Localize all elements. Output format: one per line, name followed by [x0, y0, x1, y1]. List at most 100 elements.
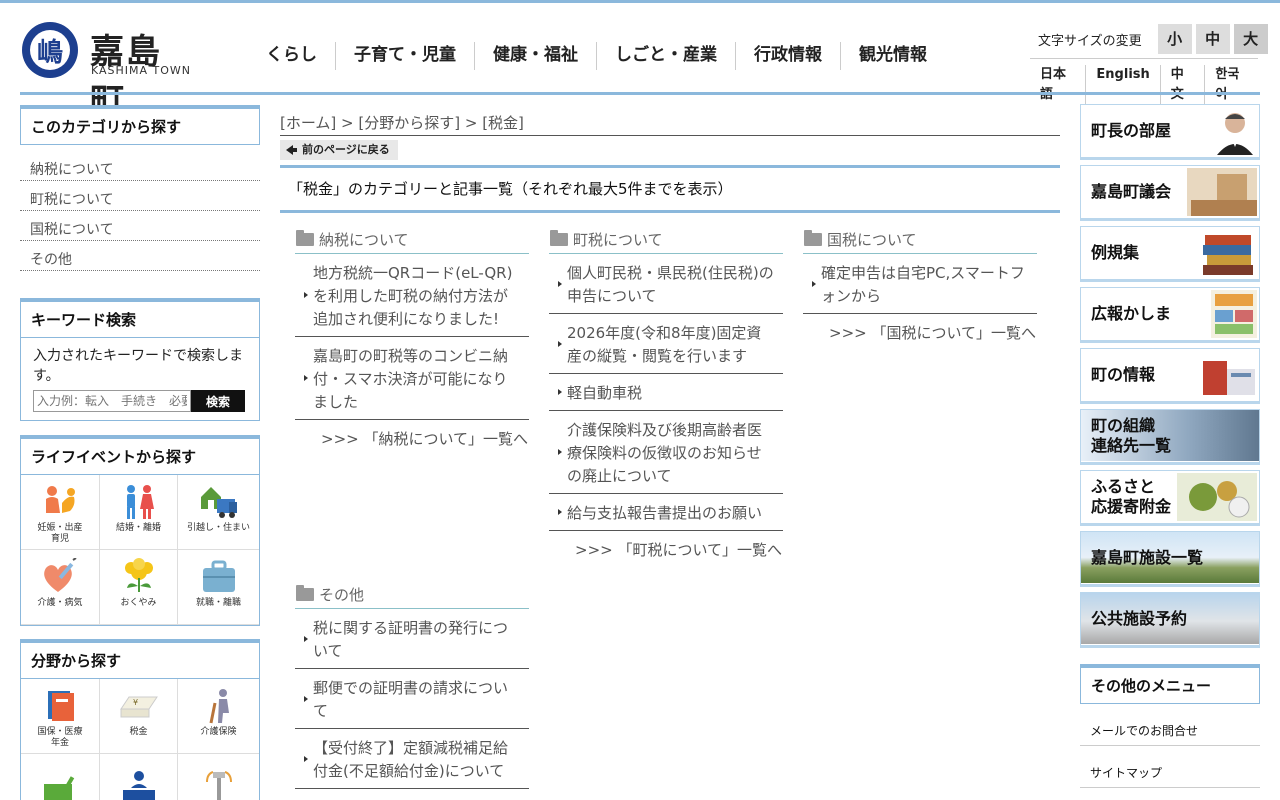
life-event-condolence[interactable]: おくやみ	[100, 550, 178, 625]
font-size-medium-button[interactable]: 中	[1195, 24, 1230, 54]
page-title: 「税金」のカテゴリーと記事一覧（それぞれ最大5件までを表示）	[280, 165, 1060, 213]
category-box: このカテゴリから探す 納税について 町税について 国税について その他	[20, 105, 260, 271]
article-link[interactable]: 介護保険料及び後期高齢者医療保険料の仮徴収のお知らせの廃止について	[549, 411, 783, 494]
other-menu-sitemap[interactable]: サイトマップ	[1080, 746, 1260, 788]
insurance-book-icon	[48, 691, 74, 721]
nav-kosodate[interactable]: 子育て・児童	[335, 42, 474, 70]
town-building-icon	[1197, 351, 1257, 399]
field-disaster[interactable]	[178, 754, 259, 800]
nav-kanko[interactable]: 観光情報	[840, 42, 945, 70]
breadcrumb: [ホーム] > [分野から探す] > [税金]	[280, 112, 1060, 136]
banner-furusato[interactable]: ふるさと 応援寄附金	[1080, 470, 1260, 526]
town-emblem-icon: 嶋	[22, 22, 78, 78]
field-box: 分野から探す 国保・医療 年金 ¥ 税金 介護保険	[20, 639, 260, 800]
other-menu: その他のメニュー メールでのお問合せ サイトマップ	[1080, 664, 1260, 788]
article-link[interactable]: 確定申告は自宅PC,スマートフォンから	[803, 254, 1037, 314]
article-link[interactable]: 地方税統一QRコード(eL-QR)を利用した町税の納付方法が追加され便利になりま…	[295, 254, 529, 337]
breadcrumb-current: [税金]	[482, 114, 524, 132]
article-link[interactable]: 個人町民税・県民税(住民税)の申告について	[549, 254, 783, 314]
other-menu-title: その他のメニュー	[1080, 664, 1260, 704]
top-accent-line	[0, 0, 1280, 3]
field-box-title: 分野から探す	[20, 639, 260, 679]
field-education[interactable]	[21, 754, 100, 800]
council-hall-icon	[1187, 168, 1257, 216]
category-nozei[interactable]: 納税について	[20, 151, 260, 181]
category-chozei[interactable]: 町税について	[20, 181, 260, 211]
column-chozei: 町税について 個人町民税・県民税(住民税)の申告について 2026年度(令和8年…	[549, 228, 783, 560]
breadcrumb-home[interactable]: [ホーム]	[280, 114, 336, 132]
more-link-nozei[interactable]: >>> 「納税について」一覧へ	[295, 420, 529, 449]
keyword-search-input[interactable]	[33, 390, 191, 412]
life-event-moving[interactable]: 引越し・住まい	[178, 475, 259, 550]
field-tax[interactable]: ¥ 税金	[100, 679, 178, 754]
column-kokuzei: 国税について 確定申告は自宅PC,スマートフォンから >>> 「国税について」一…	[803, 228, 1037, 343]
counter-person-icon	[122, 771, 155, 800]
nav-kenko[interactable]: 健康・福祉	[474, 42, 596, 70]
article-link[interactable]: 所得証明書・所得課税証明書	[295, 789, 529, 800]
lang-chinese[interactable]: 中文	[1159, 65, 1205, 105]
keyword-search-box: キーワード検索 入力されたキーワードで検索します。 検索	[20, 298, 260, 421]
banner-kouhou[interactable]: 広報かしま	[1080, 287, 1260, 343]
font-size-large-button[interactable]: 大	[1233, 24, 1268, 54]
couple-icon	[126, 485, 154, 519]
banner-facility-reservation[interactable]: 公共施設予約	[1080, 592, 1260, 648]
life-event-pregnancy[interactable]: 妊娠・出産 育児	[21, 475, 100, 550]
column-heading: 町税について	[549, 228, 783, 254]
article-link[interactable]: 軽自動車税	[549, 374, 783, 411]
article-link[interactable]: 給与支払報告書提出のお願い	[549, 494, 783, 531]
pregnancy-icon	[46, 486, 75, 513]
life-event-marriage[interactable]: 結婚・離婚	[100, 475, 178, 550]
nav-kurashi[interactable]: くらし	[248, 42, 335, 70]
article-link[interactable]: 税に関する証明書の発行について	[295, 609, 529, 669]
banner-mayor[interactable]: 町長の部屋	[1080, 104, 1260, 160]
folder-icon	[550, 230, 568, 246]
banner-organization[interactable]: 町の組織 連絡先一覧	[1080, 409, 1260, 465]
banner-regulations[interactable]: 例規集	[1080, 226, 1260, 282]
logo-subtitle: KASHIMA TOWN	[91, 64, 192, 77]
more-link-kokuzei[interactable]: >>> 「国税について」一覧へ	[803, 314, 1037, 343]
banner-council[interactable]: 嘉島町議会	[1080, 165, 1260, 221]
font-size-small-button[interactable]: 小	[1157, 24, 1192, 54]
column-heading: その他	[295, 583, 529, 609]
column-heading: 納税について	[295, 228, 529, 254]
article-link[interactable]: 2026年度(令和8年度)固定資産の縦覧・閲覧を行います	[549, 314, 783, 374]
article-link[interactable]: 嘉島町の町税等のコンビニ納付・スマホ決済が可能になりました	[295, 337, 529, 420]
keyword-search-description: 入力されたキーワードで検索します。	[20, 338, 260, 390]
nav-shigoto[interactable]: しごと・産業	[596, 42, 735, 70]
lang-japanese[interactable]: 日本語	[1030, 65, 1085, 105]
category-sonota[interactable]: その他	[20, 241, 260, 271]
site-logo[interactable]: 嶋 嘉島町 KASHIMA TOWN	[22, 22, 192, 121]
briefcase-icon	[202, 560, 235, 592]
field-care-insurance[interactable]: 介護保険	[178, 679, 259, 754]
field-insurance[interactable]: 国保・医療 年金	[21, 679, 100, 754]
category-box-title: このカテゴリから探す	[20, 105, 260, 145]
lang-korean[interactable]: 한국어	[1204, 65, 1258, 105]
lang-english[interactable]: English	[1085, 65, 1159, 105]
banner-facilities[interactable]: 嘉島町施設一覧	[1080, 531, 1260, 587]
newsletter-icon	[1211, 290, 1257, 338]
furusato-produce-icon	[1177, 473, 1257, 521]
book-pencil-icon	[44, 776, 75, 800]
heart-syringe-icon	[44, 558, 77, 592]
life-event-care[interactable]: 介護・病気	[21, 550, 100, 625]
keyword-search-button[interactable]: 検索	[191, 390, 245, 412]
article-link[interactable]: 【受付終了】定額減税補足給付金(不足額給付金)について	[295, 729, 529, 789]
books-icon	[1197, 229, 1257, 277]
column-heading: 国税について	[803, 228, 1037, 254]
field-procedures[interactable]	[100, 754, 178, 800]
back-button[interactable]: 前のページに戻る	[280, 140, 398, 160]
breadcrumb-field[interactable]: [分野から探す]	[358, 114, 460, 132]
life-event-title: ライフイベントから探す	[20, 435, 260, 475]
other-menu-mail[interactable]: メールでのお問合せ	[1080, 704, 1260, 746]
more-link-chozei[interactable]: >>> 「町税について」一覧へ	[549, 531, 783, 560]
banner-town-info[interactable]: 町の情報	[1080, 348, 1260, 404]
main-nav: くらし 子育て・児童 健康・福祉 しごと・産業 行政情報 観光情報	[248, 42, 945, 70]
svg-text:¥: ¥	[133, 698, 138, 707]
life-event-employment[interactable]: 就職・離職	[178, 550, 259, 625]
article-link[interactable]: 郵便での証明書の請求について	[295, 669, 529, 729]
category-kokuzei[interactable]: 国税について	[20, 211, 260, 241]
nav-gyosei[interactable]: 行政情報	[735, 42, 840, 70]
header-divider	[20, 92, 1260, 95]
font-size-label: 文字サイズの変更	[1038, 33, 1142, 49]
life-event-box: ライフイベントから探す 妊娠・出産 育児 結婚・離婚 引越し・住まい 介護・病気…	[20, 435, 260, 626]
